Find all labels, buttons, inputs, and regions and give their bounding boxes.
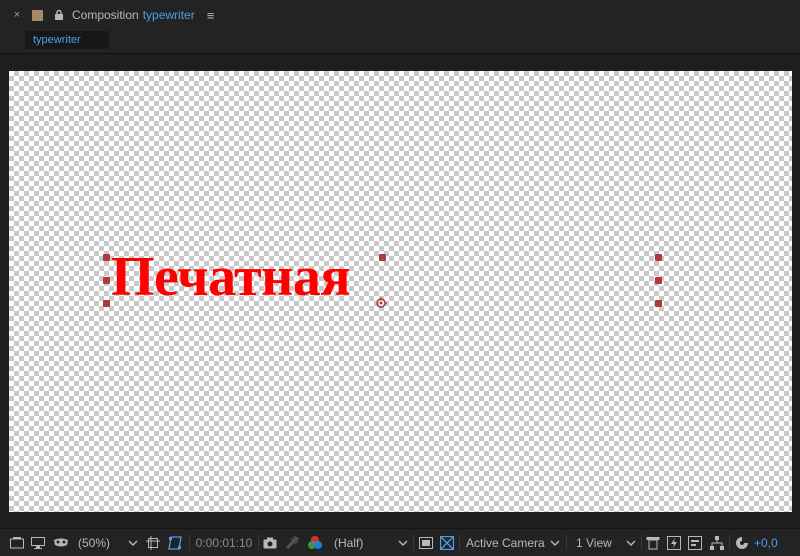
fast-draft-icon[interactable]	[665, 529, 683, 556]
region-of-interest-icon[interactable]	[165, 529, 185, 556]
reset-exposure-icon[interactable]	[733, 529, 751, 556]
separator	[413, 535, 414, 550]
view-layout-dropdown[interactable]: 1 View	[572, 534, 638, 552]
separator	[641, 535, 642, 550]
lock-icon[interactable]	[53, 8, 65, 22]
separator	[566, 535, 567, 550]
fast-previews-icon[interactable]	[417, 529, 435, 556]
flowchart-icon[interactable]	[708, 529, 726, 556]
viewer-toolbar: (50%) 0:00:01:10 (Half) Active Camera 1 …	[0, 528, 800, 556]
chevron-down-icon	[398, 540, 408, 546]
monitor-icon[interactable]	[29, 529, 47, 556]
handle-bottom-left[interactable]	[103, 300, 110, 307]
snapshot-icon[interactable]	[261, 529, 279, 556]
current-time-display[interactable]: 0:00:01:10	[193, 529, 255, 556]
chevron-down-icon	[626, 540, 636, 546]
exposure-value[interactable]: +0,0	[754, 529, 794, 556]
composition-name: typewriter	[142, 8, 195, 22]
magnification-value: (50%)	[78, 536, 111, 550]
composition-canvas[interactable]: Печатная	[9, 71, 792, 512]
tab-typewriter[interactable]: typewriter	[25, 31, 109, 49]
resolution-dropdown[interactable]: (Half)	[330, 534, 410, 552]
3d-draft-icon[interactable]	[644, 529, 662, 556]
chevron-down-icon	[550, 540, 560, 546]
handle-bottom-right[interactable]	[655, 300, 662, 307]
composition-tab-strip: typewriter	[0, 30, 800, 52]
handle-top-middle[interactable]	[379, 254, 386, 261]
separator	[729, 535, 730, 550]
handle-top-right[interactable]	[655, 254, 662, 261]
transparency-grid-icon[interactable]	[438, 529, 456, 556]
composition-color-swatch[interactable]	[32, 9, 43, 21]
handle-top-left[interactable]	[103, 254, 110, 261]
handle-mid-left[interactable]	[103, 277, 110, 284]
camera-dropdown[interactable]: Active Camera	[462, 534, 562, 552]
color-channels-icon[interactable]	[305, 529, 325, 556]
camera-value: Active Camera	[466, 536, 545, 550]
grid-guides-icon[interactable]	[144, 529, 162, 556]
panel-menu-icon[interactable]: ≡	[207, 8, 215, 23]
view-layout-value: 1 View	[576, 536, 612, 550]
anchor-point-icon[interactable]	[375, 296, 387, 308]
show-snapshot-icon[interactable]	[283, 529, 301, 556]
separator	[189, 535, 190, 550]
handle-mid-right[interactable]	[655, 277, 662, 284]
timecode: 0:00:01:10	[195, 535, 253, 550]
text-layer[interactable]: Печатная	[111, 247, 351, 307]
timeline-icon[interactable]	[686, 529, 704, 556]
resolution-value: (Half)	[334, 536, 364, 550]
separator	[459, 535, 460, 550]
always-preview-icon[interactable]	[8, 529, 26, 556]
close-panel-button[interactable]: ×	[10, 9, 24, 21]
exposure-text: +0,0	[754, 535, 778, 550]
panel-header: × Composition typewriter ≡	[0, 0, 800, 30]
chevron-down-icon	[128, 540, 138, 546]
composition-viewer[interactable]: Печатная	[0, 54, 800, 528]
panel-title: Composition	[72, 8, 139, 22]
mask-visibility-icon[interactable]	[51, 529, 71, 556]
separator	[258, 535, 259, 550]
magnification-dropdown[interactable]: (50%)	[74, 534, 140, 552]
